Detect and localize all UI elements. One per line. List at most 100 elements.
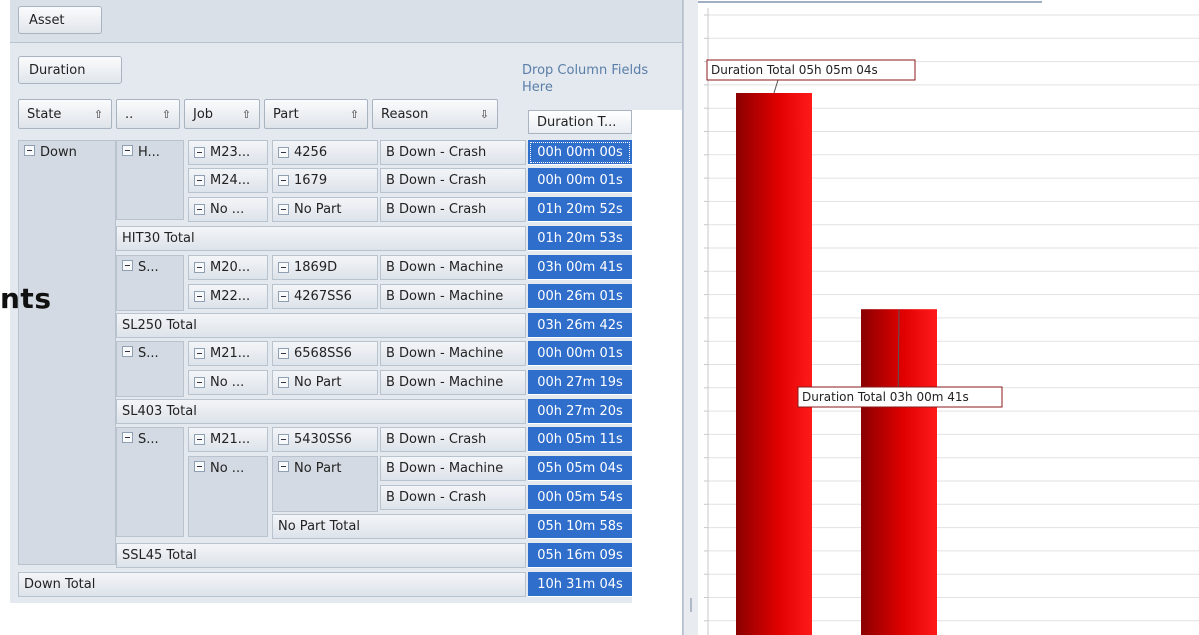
value-cell[interactable]: 00h 00m 01s [528,168,632,193]
job-cell[interactable]: No ... [188,370,268,395]
value-cell[interactable]: 05h 05m 04s [528,456,632,481]
asset-cell-hit30[interactable]: H... [116,140,184,220]
value-cell[interactable]: 01h 20m 52s [528,197,632,222]
value-cell[interactable]: 00h 00m 01s [528,341,632,366]
part-cell[interactable]: No Part [272,456,378,512]
reason-cell[interactable]: B Down - Machine [380,255,526,280]
part-label: No Part [294,202,342,217]
asset-filter-field[interactable]: Asset [18,6,102,34]
value-cell[interactable]: 05h 10m 58s [528,514,632,539]
nopart-total-row[interactable]: No Part Total [272,514,526,539]
value-cell[interactable]: 03h 00m 41s [528,255,632,280]
value-cell[interactable]: 05h 16m 09s [528,543,632,568]
job-cell[interactable]: M21... [188,341,268,366]
job-field-header[interactable]: Job ⇧ [184,99,260,129]
reason-cell[interactable]: B Down - Crash [380,427,526,452]
sort-asc-icon[interactable]: ⇧ [350,108,359,121]
collapse-icon[interactable] [278,204,289,215]
job-cell[interactable]: No ... [188,456,268,537]
empty-grid-area [632,110,682,635]
reason-cell[interactable]: B Down - Crash [380,485,526,510]
part-cell[interactable]: 5430SS6 [272,427,378,452]
part-label: 5430SS6 [294,432,352,447]
duration-total-header[interactable]: Duration T... [528,110,632,134]
job-cell[interactable]: M20... [188,255,268,280]
collapse-icon[interactable] [278,175,289,186]
value-cell[interactable]: 00h 05m 11s [528,427,632,452]
collapse-icon[interactable] [278,348,289,359]
value-cell[interactable]: 10h 31m 04s [528,572,632,597]
bar[interactable] [736,93,812,635]
value-cell[interactable]: 00h 27m 19s [528,370,632,395]
job-label: M22... [210,289,251,304]
state-down-cell[interactable]: Down [18,140,116,565]
value-cell[interactable]: 00h 00m 00s [528,140,632,165]
sort-asc-icon[interactable]: ⇧ [162,108,171,121]
collapse-icon[interactable] [194,348,205,359]
part-cell[interactable]: No Part [272,197,378,222]
collapse-icon[interactable] [194,461,205,472]
collapse-icon[interactable] [24,145,35,156]
asset-field-header[interactable]: .. ⇧ [116,99,180,129]
asset-cell-ssl45[interactable]: S... [116,427,184,537]
value-cell[interactable]: 00h 05m 54s [528,485,632,510]
job-cell[interactable]: No ... [188,197,268,222]
collapse-icon[interactable] [278,377,289,388]
part-label: 6568SS6 [294,346,352,361]
sort-desc-icon[interactable]: ⇩ [480,108,489,121]
duration-data-field[interactable]: Duration [18,56,122,84]
part-cell[interactable]: 6568SS6 [272,341,378,366]
down-total-row[interactable]: Down Total [18,572,526,597]
collapse-icon[interactable] [194,434,205,445]
reason-cell[interactable]: B Down - Crash [380,168,526,193]
reason-cell[interactable]: B Down - Machine [380,284,526,309]
collapse-icon[interactable] [278,434,289,445]
collapse-icon[interactable] [194,147,205,158]
part-cell[interactable]: 4256 [272,140,378,165]
part-cell[interactable]: 1869D [272,255,378,280]
collapse-icon[interactable] [122,346,133,357]
collapse-icon[interactable] [278,147,289,158]
reason-cell[interactable]: B Down - Crash [380,140,526,165]
collapse-icon[interactable] [278,291,289,302]
part-cell[interactable]: 1679 [272,168,378,193]
value-cell[interactable]: 01h 20m 53s [528,226,632,251]
job-cell[interactable]: M21... [188,427,268,452]
collapse-icon[interactable] [194,291,205,302]
sort-asc-icon[interactable]: ⇧ [94,108,103,121]
reason-field-header[interactable]: Reason ⇩ [372,99,498,129]
collapse-icon[interactable] [194,262,205,273]
hit30-total-row[interactable]: HIT30 Total [116,226,526,251]
ssl45-total-row[interactable]: SSL45 Total [116,543,526,568]
collapse-icon[interactable] [122,432,133,443]
sl250-total-row[interactable]: SL250 Total [116,313,526,338]
value-cell[interactable]: 00h 27m 20s [528,399,632,424]
reason-cell[interactable]: B Down - Machine [380,370,526,395]
collapse-icon[interactable] [194,175,205,186]
job-cell[interactable]: M23... [188,140,268,165]
collapse-icon[interactable] [122,260,133,271]
reason-cell[interactable]: B Down - Crash [380,197,526,222]
part-cell[interactable]: 4267SS6 [272,284,378,309]
splitter[interactable] [683,0,699,635]
part-field-header[interactable]: Part ⇧ [264,99,368,129]
asset-cell-sl403[interactable]: S... [116,341,184,397]
job-cell[interactable]: M22... [188,284,268,309]
value-cell[interactable]: 00h 26m 01s [528,284,632,309]
asset-cell-sl250[interactable]: S... [116,255,184,311]
collapse-icon[interactable] [122,145,133,156]
state-field-header[interactable]: State ⇧ [18,99,112,129]
job-cell[interactable]: M24... [188,168,268,193]
value-cell[interactable]: 03h 26m 42s [528,313,632,338]
sl403-total-row[interactable]: SL403 Total [116,399,526,424]
part-cell[interactable]: No Part [272,370,378,395]
reason-cell[interactable]: B Down - Machine [380,341,526,366]
collapse-icon[interactable] [194,204,205,215]
sort-asc-icon[interactable]: ⇧ [242,108,251,121]
part-label: 4256 [294,145,328,160]
collapse-icon[interactable] [278,262,289,273]
collapse-icon[interactable] [194,377,205,388]
collapse-icon[interactable] [278,461,289,472]
splitter-grip[interactable] [690,598,692,612]
reason-cell[interactable]: B Down - Machine [380,456,526,481]
